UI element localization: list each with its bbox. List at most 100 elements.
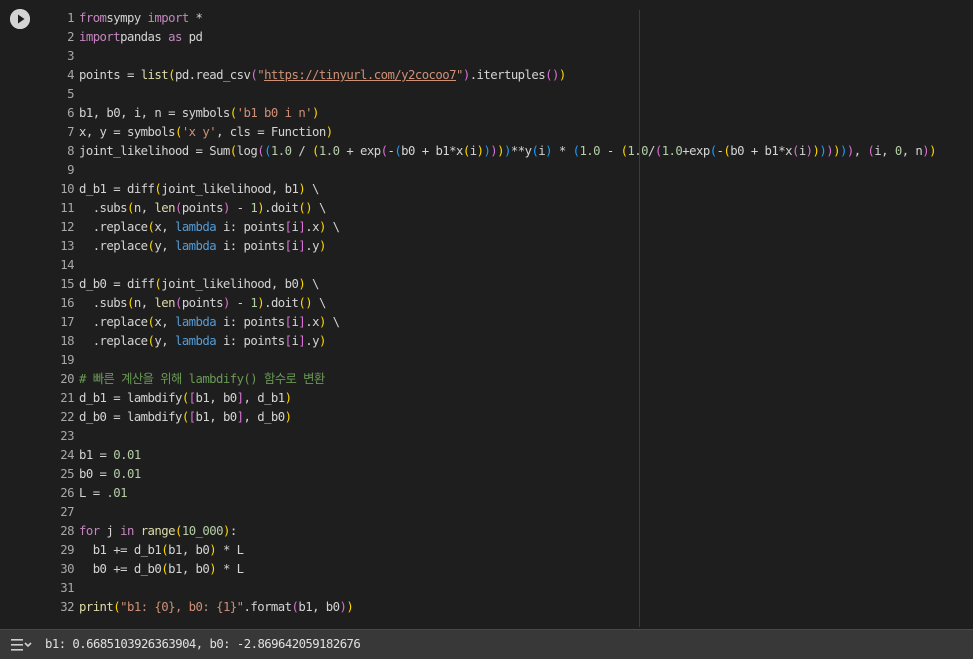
line-number: 10 <box>60 182 74 196</box>
code-token: # 빠른 계산을 위해 lambdify() 함수로 변환 <box>79 372 325 386</box>
code-token: b0 + b1*x <box>730 144 792 158</box>
code-line[interactable]: 5 <box>0 85 973 104</box>
code-token: j <box>99 524 121 538</box>
code-line[interactable]: 12 .replace(x, lambda i: points[i].x) \ <box>0 218 973 237</box>
code-token: joint_likelihood = Sum <box>79 144 230 158</box>
code-token: range <box>140 524 176 538</box>
code-token: i <box>798 144 806 158</box>
code-token: , d_b0 <box>243 410 286 424</box>
code-token: **y <box>510 144 532 158</box>
code-token: "b1: {0}, b0: {1}" <box>120 600 244 614</box>
code-line[interactable]: 24 b1 = 0.01 <box>0 446 973 465</box>
line-number: 3 <box>67 49 74 63</box>
code-token: ( <box>181 391 189 405</box>
code-text: b1 += d_b1(b1, b0) * L <box>79 541 244 560</box>
code-line[interactable]: 32 print("b1: {0}, b0: {1}".format(b1, b0… <box>0 598 973 617</box>
code-line[interactable]: 20 # 빠른 계산을 위해 lambdify() 함수로 변환 <box>0 370 973 389</box>
code-token: i: points <box>216 239 285 253</box>
code-line[interactable]: 16 .subs(n, len(points) - 1).doit() \ <box>0 294 973 313</box>
code-token: b1, b0 <box>195 391 238 405</box>
code-token: ) <box>318 239 326 253</box>
line-number: 14 <box>60 258 74 272</box>
code-line[interactable]: 9 <box>0 161 973 180</box>
code-line[interactable]: 2 importpandas as pd <box>0 28 973 47</box>
code-token: b0 += d_b0 <box>79 562 162 576</box>
code-token: lambda <box>174 315 217 329</box>
code-line[interactable]: 19 <box>0 351 973 370</box>
code-line[interactable]: 6 b1, b0, i, n = symbols('b1 b0 i n') <box>0 104 973 123</box>
line-number: 30 <box>60 562 74 576</box>
code-token: b1, b0 <box>298 600 340 614</box>
code-line[interactable]: 13 .replace(y, lambda i: points[i].y) <box>0 237 973 256</box>
code-token: b0 = <box>79 467 114 481</box>
code-token: ) <box>846 144 854 158</box>
line-number: 27 <box>60 505 74 519</box>
code-token: as <box>168 30 182 44</box>
code-token: for <box>79 524 100 538</box>
code-token: pd.read_csv <box>174 68 251 82</box>
code-line[interactable]: 8 joint_likelihood = Sum(log((1.0 / (1.0 … <box>0 142 973 161</box>
line-number: 32 <box>60 600 74 614</box>
code-line[interactable]: 23 <box>0 427 973 446</box>
code-line[interactable]: 27 <box>0 503 973 522</box>
line-number: 8 <box>67 144 74 158</box>
code-line[interactable]: 11 .subs(n, len(points) - 1).doit() \ <box>0 199 973 218</box>
line-number: 19 <box>60 353 74 367</box>
code-token: ) <box>325 125 333 139</box>
code-token: , cls = Function <box>216 125 326 139</box>
line-number: 24 <box>60 448 74 462</box>
code-line[interactable]: 25 b0 = 0.01 <box>0 465 973 484</box>
code-line[interactable]: 14 <box>0 256 973 275</box>
code-token: 0 <box>894 144 902 158</box>
code-token: y, <box>154 239 175 253</box>
line-number: 28 <box>60 524 74 538</box>
code-token: x, y = symbols <box>79 125 176 139</box>
code-token: b1 = <box>79 448 114 462</box>
code-token: joint_likelihood, b1 <box>161 182 299 196</box>
code-text: fromsympy import * <box>79 9 203 28</box>
code-token: / <box>291 144 313 158</box>
code-token: ) <box>929 144 936 158</box>
code-token: .y <box>305 334 319 348</box>
code-line[interactable]: 18 .replace(y, lambda i: points[i].y) <box>0 332 973 351</box>
code-text: .subs(n, len(points) - 1).doit() \ <box>79 199 327 218</box>
code-token: .01 <box>106 486 127 500</box>
code-line[interactable]: 10 d_b1 = diff(joint_likelihood, b1) \ <box>0 180 973 199</box>
code-line[interactable]: 29 b1 += d_b1(b1, b0) * L <box>0 541 973 560</box>
line-number: 9 <box>67 163 74 177</box>
code-token: ( <box>229 106 237 120</box>
code-token: ) <box>312 106 319 120</box>
code-token: ( <box>181 410 189 424</box>
code-line[interactable]: 7 x, y = symbols('x y', cls = Function) <box>0 123 973 142</box>
output-toggle-icon[interactable] <box>10 636 32 654</box>
code-token: b0 + b1*x <box>401 144 463 158</box>
code-line[interactable]: 22 d_b0 = lambdify([b1, b0], d_b0) <box>0 408 973 427</box>
code-token: .replace <box>79 334 148 348</box>
code-line[interactable]: 1 fromsympy import * <box>0 9 973 28</box>
code-token: d_b0 = lambdify <box>79 410 182 424</box>
line-number: 22 <box>60 410 74 424</box>
code-line[interactable]: 28 for j in range(10_000): <box>0 522 973 541</box>
code-cell[interactable]: 1 fromsympy import * 2 importpandas as pd 3 4… <box>0 0 973 629</box>
code-line[interactable]: 31 <box>0 579 973 598</box>
code-token: b1, b0 <box>168 543 210 557</box>
code-line[interactable]: 21 d_b1 = lambdify([b1, b0], d_b1) <box>0 389 973 408</box>
code-token: 1.0 <box>627 144 648 158</box>
code-token: d_b1 = diff <box>79 182 155 196</box>
code-token: .x <box>305 315 319 329</box>
code-token: lambda <box>174 220 217 234</box>
code-line[interactable]: 15 d_b0 = diff(joint_likelihood, b0) \ <box>0 275 973 294</box>
code-token: ) <box>545 144 553 158</box>
code-token: from <box>79 11 107 25</box>
code-token: 'b1 b0 i n' <box>236 106 313 120</box>
line-number: 16 <box>60 296 74 310</box>
code-line[interactable]: 4 points = list(pd.read_csv("https://tiny… <box>0 66 973 85</box>
line-number: 5 <box>67 87 74 101</box>
code-line[interactable]: 30 b0 += d_b0(b1, b0) * L <box>0 560 973 579</box>
code-line[interactable]: 17 .replace(x, lambda i: points[i].x) \ <box>0 313 973 332</box>
code-text: d_b1 = lambdify([b1, b0], d_b1) <box>79 389 292 408</box>
code-token: * <box>188 11 203 25</box>
code-line[interactable]: 3 <box>0 47 973 66</box>
code-token: n, <box>133 296 155 310</box>
code-line[interactable]: 26 L = .01 <box>0 484 973 503</box>
